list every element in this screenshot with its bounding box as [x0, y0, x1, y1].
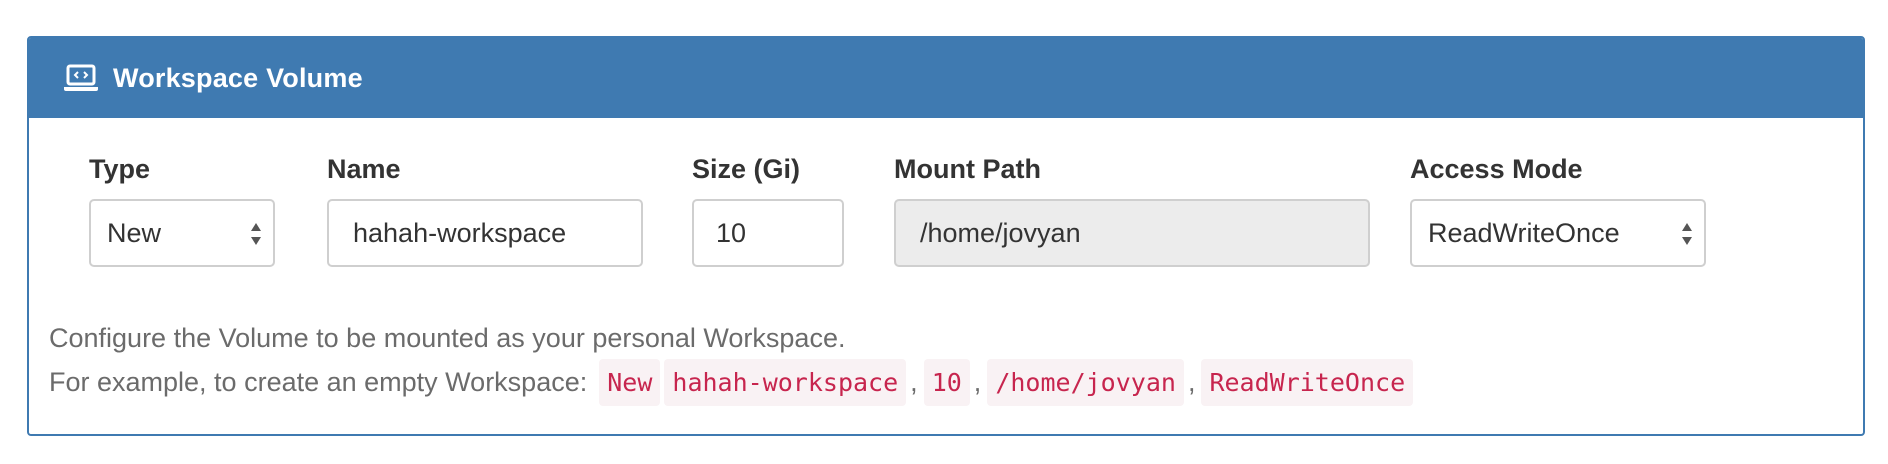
select-arrows-icon [1680, 219, 1694, 249]
type-label: Type [89, 154, 151, 184]
help-text: Configure the Volume to be mounted as yo… [49, 318, 1415, 406]
panel-header: Workspace Volume [29, 38, 1863, 118]
mount-path-field: Mount Path /home/jovyan [894, 153, 1370, 267]
laptop-code-icon [63, 63, 99, 93]
example-name: hahah-workspace [664, 359, 907, 406]
size-input-value: 10 [716, 217, 747, 248]
example-access-mode: ReadWriteOnce [1201, 359, 1414, 406]
mount-path-input-value: /home/jovyan [920, 217, 1081, 248]
select-arrows-icon [249, 219, 263, 249]
example-type: New [599, 359, 661, 406]
access-mode-label: Access Mode [1410, 154, 1583, 184]
help-line-2: For example, to create an empty Workspac… [49, 359, 1415, 406]
name-label: Name [327, 154, 401, 184]
example-separator: , [910, 367, 918, 397]
example-separator: , [973, 367, 982, 397]
name-input-value: hahah-workspace [353, 217, 567, 248]
example-mount-path: /home/jovyan [987, 359, 1184, 406]
access-mode-select-value: ReadWriteOnce [1428, 217, 1620, 248]
mount-path-label: Mount Path [894, 154, 1041, 184]
example-separator: , [1187, 367, 1196, 397]
access-mode-select[interactable]: ReadWriteOnce [1410, 199, 1706, 267]
size-label: Size (Gi) [692, 154, 801, 184]
help-line-1: Configure the Volume to be mounted as yo… [49, 323, 846, 353]
panel-title: Workspace Volume [113, 62, 363, 93]
workspace-volume-panel: Workspace Volume Type New Name hahah-wor… [27, 36, 1865, 436]
access-mode-field: Access Mode ReadWriteOnce [1410, 153, 1706, 267]
mount-path-input: /home/jovyan [894, 199, 1370, 267]
size-input[interactable]: 10 [692, 199, 844, 267]
size-field: Size (Gi) 10 [692, 153, 844, 267]
name-field: Name hahah-workspace [327, 153, 643, 267]
example-size: 10 [923, 359, 970, 406]
name-input[interactable]: hahah-workspace [327, 199, 643, 267]
type-select-value: New [107, 217, 162, 248]
help-example-prefix: For example, to create an empty Workspac… [49, 367, 588, 397]
type-field: Type New [89, 153, 275, 267]
type-select[interactable]: New [89, 199, 275, 267]
